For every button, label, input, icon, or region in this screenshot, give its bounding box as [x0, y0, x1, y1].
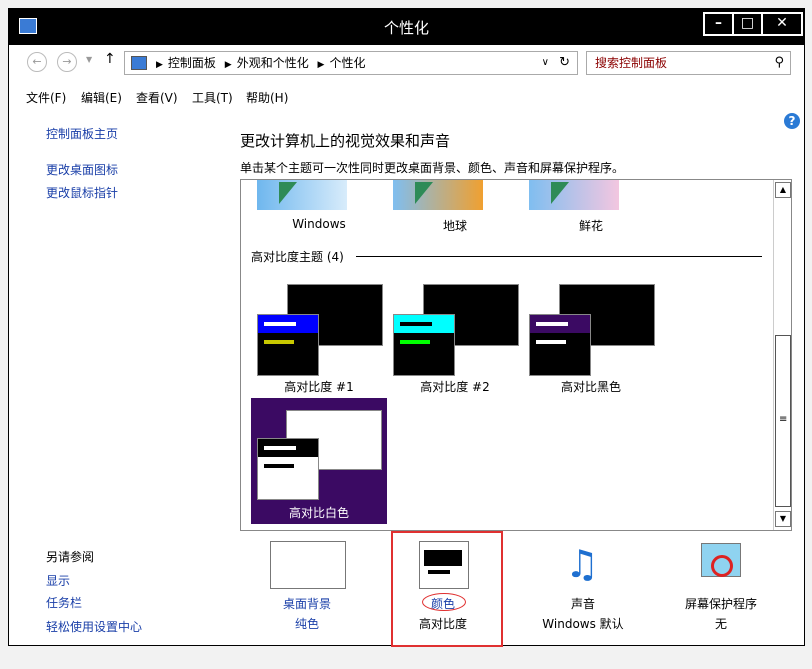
theme-label-windows[interactable]: Windows — [267, 217, 371, 231]
scroll-up-icon[interactable]: ▲ — [775, 182, 791, 198]
page-title: 更改计算机上的视觉效果和声音 — [240, 132, 451, 150]
theme-thumbnail-earth[interactable] — [393, 180, 483, 210]
desktop-background-thumbnail[interactable] — [270, 541, 346, 589]
refresh-icon[interactable]: ↻ — [559, 52, 570, 74]
theme-thumbnail-windows[interactable] — [257, 180, 347, 210]
see-also-heading: 另请参阅 — [46, 550, 95, 564]
back-arrow-icon[interactable]: ← — [27, 52, 47, 72]
window-title: 个性化 — [383, 19, 429, 37]
scroll-down-icon[interactable]: ▼ — [775, 511, 791, 527]
menu-help[interactable]: 帮助(H) — [246, 89, 288, 106]
title-bar[interactable]: 个性化 – □ ✕ — [9, 9, 804, 45]
theme-label-high-contrast-1[interactable]: 高对比度 #1 — [267, 378, 371, 395]
theme-logo-icon — [279, 182, 297, 204]
forward-arrow-icon[interactable]: → — [57, 52, 77, 72]
sidebar-link-desktop-icons[interactable]: 更改桌面图标 — [46, 161, 118, 178]
screen-saver-value: 无 — [714, 617, 727, 631]
desktop-background-link[interactable]: 桌面背景 — [257, 595, 357, 612]
menu-tools[interactable]: 工具(T) — [192, 89, 233, 106]
theme-high-contrast-white-selected[interactable]: 高对比白色 — [251, 398, 387, 524]
theme-label-high-contrast-2[interactable]: 高对比度 #2 — [403, 378, 507, 395]
theme-preview-dialog — [257, 314, 319, 376]
breadcrumb: ▶ 控制面板 ▶ 外观和个性化 ▶ 个性化 — [156, 56, 366, 70]
theme-preview-bar — [400, 322, 432, 326]
personalization-window: 个性化 – □ ✕ ← → ▼ ↑ ▶ 控制面板 ▶ 外观和个性化 ▶ 个性化 ∨ ↻… — [8, 8, 805, 647]
window-content: ← → ▼ ↑ ▶ 控制面板 ▶ 外观和个性化 ▶ 个性化 ∨ ↻ 搜索控制面板 ⚲ … — [9, 45, 804, 647]
see-also-taskbar[interactable]: 任务栏 — [46, 594, 82, 611]
sound-value: Windows 默认 — [542, 617, 624, 631]
theme-logo-icon — [551, 182, 569, 204]
theme-preview-bar — [264, 464, 294, 468]
theme-preview-bar — [400, 340, 430, 344]
theme-scrollbar[interactable]: ▲ ≡ ▼ — [773, 180, 791, 530]
theme-logo-icon — [415, 182, 433, 204]
navigation-bar: ← → ▼ ↑ ▶ 控制面板 ▶ 外观和个性化 ▶ 个性化 ∨ ↻ 搜索控制面板 ⚲ — [9, 45, 804, 79]
grip-icon: ≡ — [779, 414, 788, 425]
search-input[interactable]: 搜索控制面板 ⚲ — [586, 51, 791, 75]
address-dropdown-icon[interactable]: ∨ — [542, 52, 549, 74]
theme-label-flowers[interactable]: 鲜花 — [539, 217, 643, 234]
menu-view[interactable]: 查看(V) — [136, 89, 178, 106]
prohibited-icon — [711, 555, 733, 577]
theme-thumbnail-flowers[interactable] — [529, 180, 619, 210]
theme-preview-bar — [264, 446, 296, 450]
minimize-button[interactable]: – — [703, 12, 734, 36]
scrollbar-thumb[interactable]: ≡ — [775, 335, 791, 507]
theme-label-earth[interactable]: 地球 — [403, 217, 507, 234]
maximize-button[interactable]: □ — [732, 12, 763, 36]
sound-link[interactable]: 声音 — [533, 595, 633, 612]
theme-preview-dialog — [529, 314, 591, 376]
control-panel-icon — [131, 56, 147, 70]
color-highlight-box — [391, 531, 503, 647]
theme-preview-dialog — [393, 314, 455, 376]
theme-list: Windows 地球 鲜花 高对比度主题 (4) 高对比度 #1 高对比度 #2… — [240, 179, 792, 531]
breadcrumb-item[interactable]: 控制面板 — [168, 56, 216, 70]
menu-edit[interactable]: 编辑(E) — [81, 89, 122, 106]
menu-file[interactable]: 文件(F) — [26, 89, 66, 106]
theme-preview-bar — [536, 340, 566, 344]
close-button[interactable]: ✕ — [761, 12, 803, 36]
theme-preview-bar — [264, 340, 294, 344]
sidebar-link-control-panel-home[interactable]: 控制面板主页 — [46, 125, 118, 142]
sidebar-link-mouse-pointers[interactable]: 更改鼠标指针 — [46, 184, 118, 201]
search-icon[interactable]: ⚲ — [774, 52, 784, 74]
recent-pages-chevron-icon[interactable]: ▼ — [86, 55, 92, 64]
theme-label-high-contrast-black[interactable]: 高对比黑色 — [539, 378, 643, 395]
help-icon[interactable]: ? — [784, 113, 800, 129]
breadcrumb-item[interactable]: 外观和个性化 — [237, 56, 309, 70]
screen-saver-icon[interactable] — [699, 541, 745, 587]
high-contrast-group-heading: 高对比度主题 (4) — [251, 250, 344, 264]
up-arrow-icon[interactable]: ↑ — [104, 51, 116, 67]
page-description: 单击某个主题可一次性同时更改桌面背景、颜色、声音和屏幕保护程序。 — [240, 161, 625, 175]
theme-preview-bar — [264, 322, 296, 326]
theme-preview-dialog — [257, 438, 319, 500]
see-also-display[interactable]: 显示 — [46, 572, 70, 589]
music-notes-icon[interactable]: ♫ — [557, 539, 607, 589]
desktop-background-value: 纯色 — [294, 617, 319, 631]
address-bar[interactable]: ▶ 控制面板 ▶ 外观和个性化 ▶ 个性化 ∨ ↻ — [124, 51, 578, 75]
see-also-ease-of-access[interactable]: 轻松使用设置中心 — [46, 618, 142, 635]
screen-saver-link[interactable]: 屏幕保护程序 — [671, 595, 771, 612]
theme-label-high-contrast-white[interactable]: 高对比白色 — [251, 504, 387, 521]
group-divider — [356, 256, 762, 257]
breadcrumb-item[interactable]: 个性化 — [329, 56, 365, 70]
search-placeholder: 搜索控制面板 — [595, 56, 668, 70]
theme-preview-bar — [536, 322, 568, 326]
